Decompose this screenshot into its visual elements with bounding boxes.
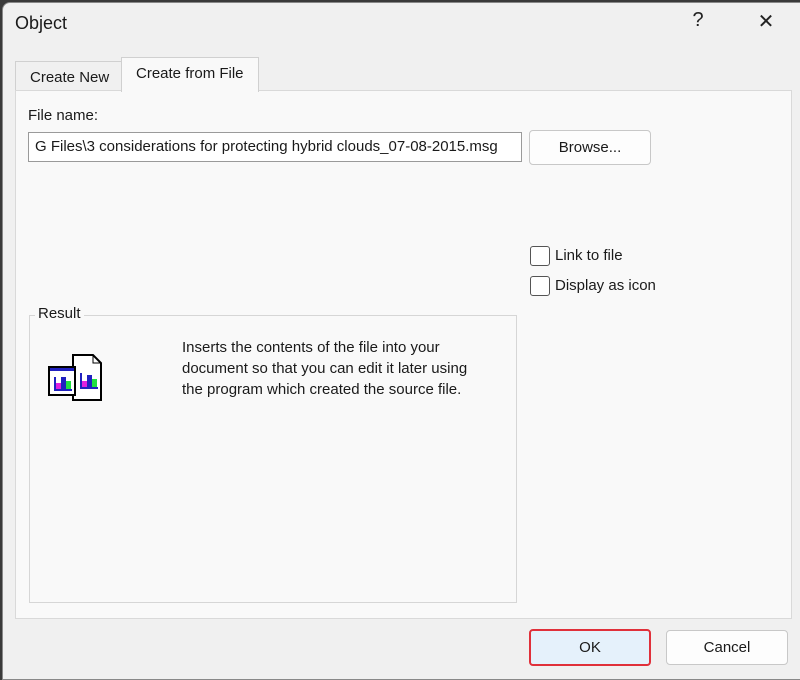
tab-create-from-file[interactable]: Create from File <box>121 57 259 92</box>
display-as-icon-checkbox[interactable] <box>530 276 550 296</box>
file-name-input[interactable]: G Files\3 considerations for protecting … <box>28 132 522 162</box>
dialog-title: Object <box>15 13 68 33</box>
cancel-button[interactable]: Cancel <box>666 630 788 665</box>
file-name-label: File name: <box>28 107 99 124</box>
link-to-file-label[interactable]: Link to file <box>555 247 623 264</box>
display-as-icon-label[interactable]: Display as icon <box>555 277 656 294</box>
result-description: Inserts the contents of the file into yo… <box>182 339 468 398</box>
help-button[interactable]: ? <box>683 9 713 32</box>
embedded-object-icon <box>47 353 111 407</box>
link-to-file-checkbox[interactable] <box>530 246 550 266</box>
browse-button[interactable]: Browse... <box>529 130 651 165</box>
object-dialog: Object ? ✕ Create New Create from File F… <box>2 2 800 680</box>
ok-button[interactable]: OK <box>529 629 651 666</box>
result-heading: Result <box>35 305 84 322</box>
close-button[interactable]: ✕ <box>751 9 781 34</box>
tab-create-new[interactable]: Create New <box>15 61 125 92</box>
